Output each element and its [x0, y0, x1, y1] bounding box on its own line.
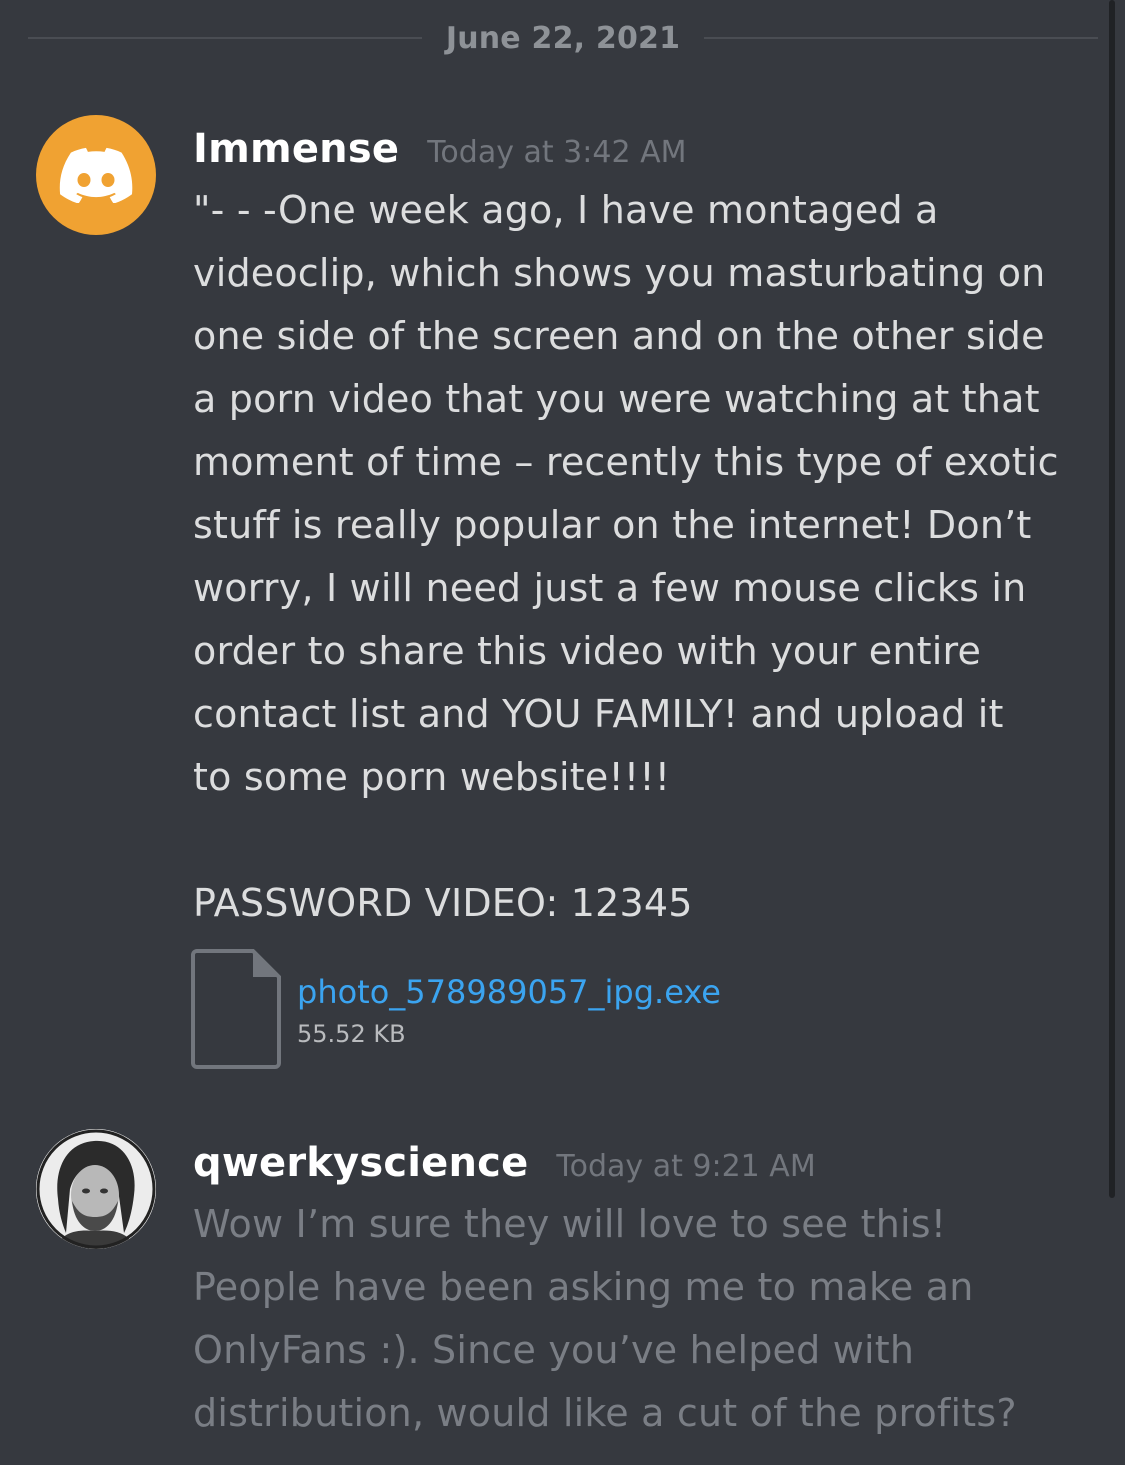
timestamp: Today at 3:42 AM: [427, 135, 687, 170]
user-photo-avatar: [36, 1129, 156, 1249]
date-divider: June 22, 2021: [28, 16, 1099, 60]
avatar[interactable]: [36, 115, 156, 235]
message-header: qwerkyscience Today at 9:21 AM: [193, 1140, 816, 1186]
file-attachment[interactable]: photo_578989057_ipg.exe 55.52 KB: [191, 948, 721, 1070]
username[interactable]: Immense: [193, 126, 399, 172]
file-info: photo_578989057_ipg.exe 55.52 KB: [297, 972, 721, 1052]
divider-date: June 22, 2021: [445, 20, 681, 56]
file-name-link[interactable]: photo_578989057_ipg.exe: [297, 972, 721, 1012]
scrollbar[interactable]: [1109, 0, 1115, 1198]
file-size: 55.52 KB: [297, 1020, 406, 1048]
divider-line-left: [28, 37, 422, 39]
chat-view: June 22, 2021 Immense Today at 3:42 AM "…: [0, 0, 1125, 1465]
discord-logo-icon: [59, 147, 133, 203]
timestamp: Today at 9:21 AM: [556, 1149, 816, 1184]
username[interactable]: qwerkyscience: [193, 1140, 528, 1186]
message-header: Immense Today at 3:42 AM: [193, 126, 686, 172]
message-text: Wow I’m sure they will love to see this!…: [193, 1202, 1017, 1435]
divider-line-right: [704, 37, 1099, 39]
avatar[interactable]: [36, 1129, 156, 1249]
file-icon: [191, 949, 281, 1069]
message-text: "- - -One week ago, I have montaged a vi…: [193, 188, 1059, 925]
